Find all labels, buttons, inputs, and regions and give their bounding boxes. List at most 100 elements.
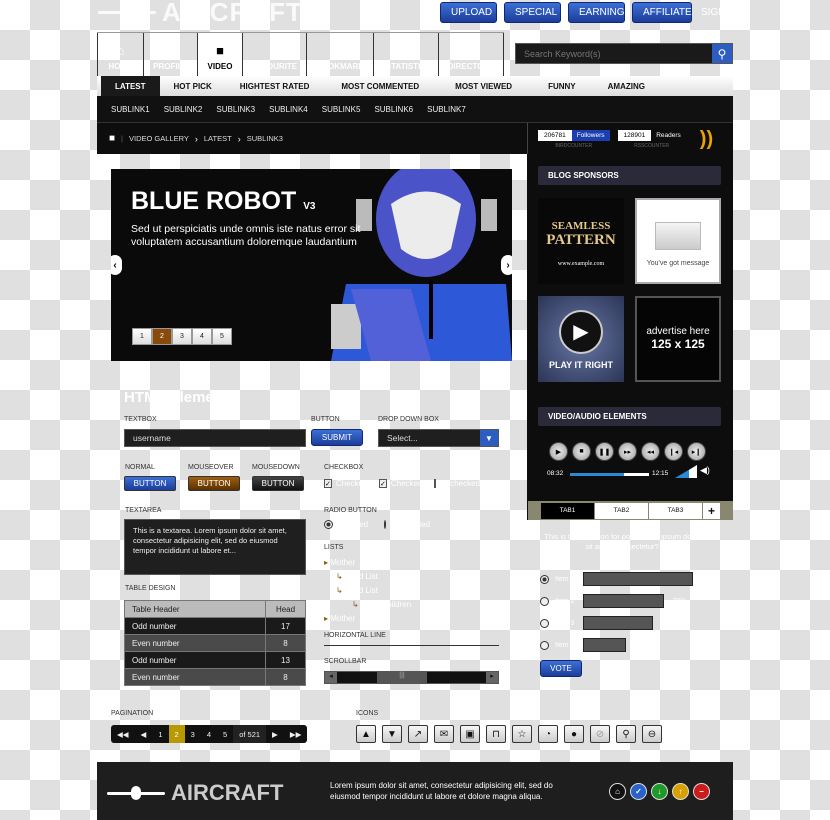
list-item[interactable]: ▸ Mother [324, 556, 411, 570]
media-progress[interactable] [570, 473, 649, 476]
upload-icon[interactable]: ↑ [672, 783, 689, 800]
next-page-button[interactable]: ▶ [266, 725, 284, 743]
arrow-down-icon[interactable]: ▼ [382, 725, 402, 743]
textarea[interactable]: This is a textarea. Lorem ipsum dolor si… [124, 519, 306, 575]
unlock-icon[interactable]: ⊓ [486, 725, 506, 743]
vote-button[interactable]: VOTE [540, 660, 582, 677]
arrow-up-icon[interactable]: ▲ [356, 725, 376, 743]
nav-profile[interactable]: ● PROFILE [143, 33, 197, 77]
poll-item[interactable]: Item 4 [540, 634, 720, 656]
page-2[interactable]: 2 [168, 725, 185, 743]
scroll-thumb[interactable]: ||| [377, 672, 427, 683]
prev-page-button[interactable]: ◀ [135, 725, 153, 743]
tab-hot-pick[interactable]: HOT PICK [160, 76, 226, 96]
pause-button[interactable]: ❚❚ [595, 442, 614, 461]
comment-icon[interactable]: ● [564, 725, 584, 743]
tab-most-commented[interactable]: MOST COMMENTED [323, 76, 437, 96]
volume-icon[interactable]: ◀) [700, 465, 710, 476]
scroll-right-button[interactable]: ▸ [486, 672, 498, 683]
rss-icon[interactable]: )) [700, 128, 713, 151]
dropdown-select[interactable]: Select... ▼ [378, 429, 499, 447]
tab-latest[interactable]: LATEST [101, 76, 160, 96]
checkbox-item[interactable]: Unchecked [434, 479, 480, 488]
sublink-3[interactable]: SUBLINK3 [209, 105, 262, 114]
download-icon[interactable]: ↓ [651, 783, 668, 800]
nav-directory[interactable]: ▭ DIRECTORY [438, 33, 504, 77]
readers-counter[interactable]: 128901 Readers RSSCOUNTER [617, 129, 686, 149]
nav-video[interactable]: ■ VIDEO [197, 33, 242, 77]
page-3[interactable]: 3 [185, 725, 201, 743]
sublink-2[interactable]: SUBLINK2 [157, 105, 210, 114]
home-icon[interactable]: ⌂ [609, 783, 626, 800]
remove-icon[interactable]: − [693, 783, 710, 800]
sublink-1[interactable]: SUBLINK1 [97, 105, 157, 114]
sublink-5[interactable]: SUBLINK5 [315, 105, 368, 114]
list-item[interactable]: ↳ Child List [324, 584, 411, 598]
slide-page-2[interactable]: 2 [152, 328, 172, 345]
radio-button[interactable] [384, 520, 386, 529]
sponsor-ad-message[interactable]: You've got message [635, 198, 721, 284]
crumb-video-gallery[interactable]: VIDEO GALLERY [129, 134, 189, 143]
page-1[interactable]: 1 [152, 725, 168, 743]
earning-button[interactable]: EARNING [568, 2, 625, 23]
crumb-latest[interactable]: LATEST [204, 134, 232, 143]
radio-item[interactable]: Selected [324, 520, 369, 529]
add-tab-button[interactable]: + [703, 502, 720, 519]
list-item[interactable]: ↳ Child List [324, 570, 411, 584]
checkbox[interactable]: ✓ [379, 479, 387, 488]
play-button[interactable]: ▶ [549, 442, 568, 461]
mail-icon[interactable]: ✉ [434, 725, 454, 743]
page-4[interactable]: 4 [201, 725, 217, 743]
mouseover-button[interactable]: BUTTON [188, 476, 240, 491]
checkbox[interactable]: ✓ [324, 479, 332, 488]
radio-button[interactable] [324, 520, 333, 529]
list-item[interactable]: ▸ Mother [324, 612, 411, 626]
list-item[interactable]: ↳ Grandchildren [324, 598, 411, 612]
check-icon[interactable]: ✓ [630, 783, 647, 800]
minus-circle-icon[interactable]: ⊖ [642, 725, 662, 743]
nav-home[interactable]: ⌂ HOME [97, 33, 143, 77]
username-textbox[interactable]: username [124, 429, 306, 447]
sponsor-ad-pattern[interactable]: SEAMLESS PATTERN www.example.com [538, 198, 624, 284]
sponsor-ad-placeholder[interactable]: advertise here 125 x 125 [635, 296, 721, 382]
mousedown-button[interactable]: BUTTON [252, 476, 304, 491]
slide-page-3[interactable]: 3 [172, 328, 192, 345]
page-5[interactable]: 5 [217, 725, 233, 743]
scrollbar[interactable]: ◂ ||| ▸ [324, 671, 499, 684]
tab-1[interactable]: TAB1 [541, 502, 594, 519]
slider-prev-button[interactable]: ‹ [111, 255, 122, 275]
tab-funny[interactable]: FUNNY [530, 76, 594, 96]
slide-page-4[interactable]: 4 [192, 328, 212, 345]
slide-page-1[interactable]: 1 [132, 328, 152, 345]
scroll-left-button[interactable]: ◂ [325, 672, 337, 683]
search-input[interactable] [516, 44, 712, 63]
next-button[interactable]: ▸❙ [687, 442, 706, 461]
volume-slider[interactable] [675, 465, 697, 478]
tab-3[interactable]: TAB3 [649, 502, 702, 519]
nav-favourite[interactable]: ♥ FAVOURITE [242, 33, 306, 77]
poll-item[interactable]: Item 2 28% [540, 590, 720, 612]
sublink-4[interactable]: SUBLINK4 [262, 105, 315, 114]
radio-item[interactable]: Unselected [384, 520, 430, 529]
submit-button[interactable]: SUBMIT [311, 429, 363, 446]
sublink-7[interactable]: SUBLINK7 [420, 105, 473, 114]
tab-amazing[interactable]: AMAZING [594, 76, 659, 96]
footer-logo[interactable]: AIRCRAFT [107, 780, 283, 806]
tab-most-viewed[interactable]: MOST VIEWED [437, 76, 530, 96]
nav-bookmark[interactable]: ▮ BOOKMARK [306, 33, 373, 77]
stop-button[interactable]: ■ [572, 442, 591, 461]
followers-counter[interactable]: 206781 Followers BIRDCOUNTER [538, 129, 610, 149]
affiliate-button[interactable]: AFFILIATE [632, 2, 692, 23]
search-button[interactable]: ⚲ [712, 44, 732, 63]
checkbox-item[interactable]: ✓ Checked [324, 479, 367, 488]
checkbox-item[interactable]: ✓ Checked [379, 479, 422, 488]
rewind-button[interactable]: ◂◂ [641, 442, 660, 461]
rss-icon[interactable]: ◔ [538, 725, 558, 743]
previous-button[interactable]: ❙◂ [664, 442, 683, 461]
star-icon[interactable]: ☆ [512, 725, 532, 743]
sublink-6[interactable]: SUBLINK6 [367, 105, 420, 114]
poll-radio[interactable] [540, 596, 549, 606]
poll-item[interactable]: Item 3 [540, 612, 720, 634]
search-icon[interactable]: ⚲ [616, 725, 636, 743]
lock-icon[interactable]: ▣ [460, 725, 480, 743]
